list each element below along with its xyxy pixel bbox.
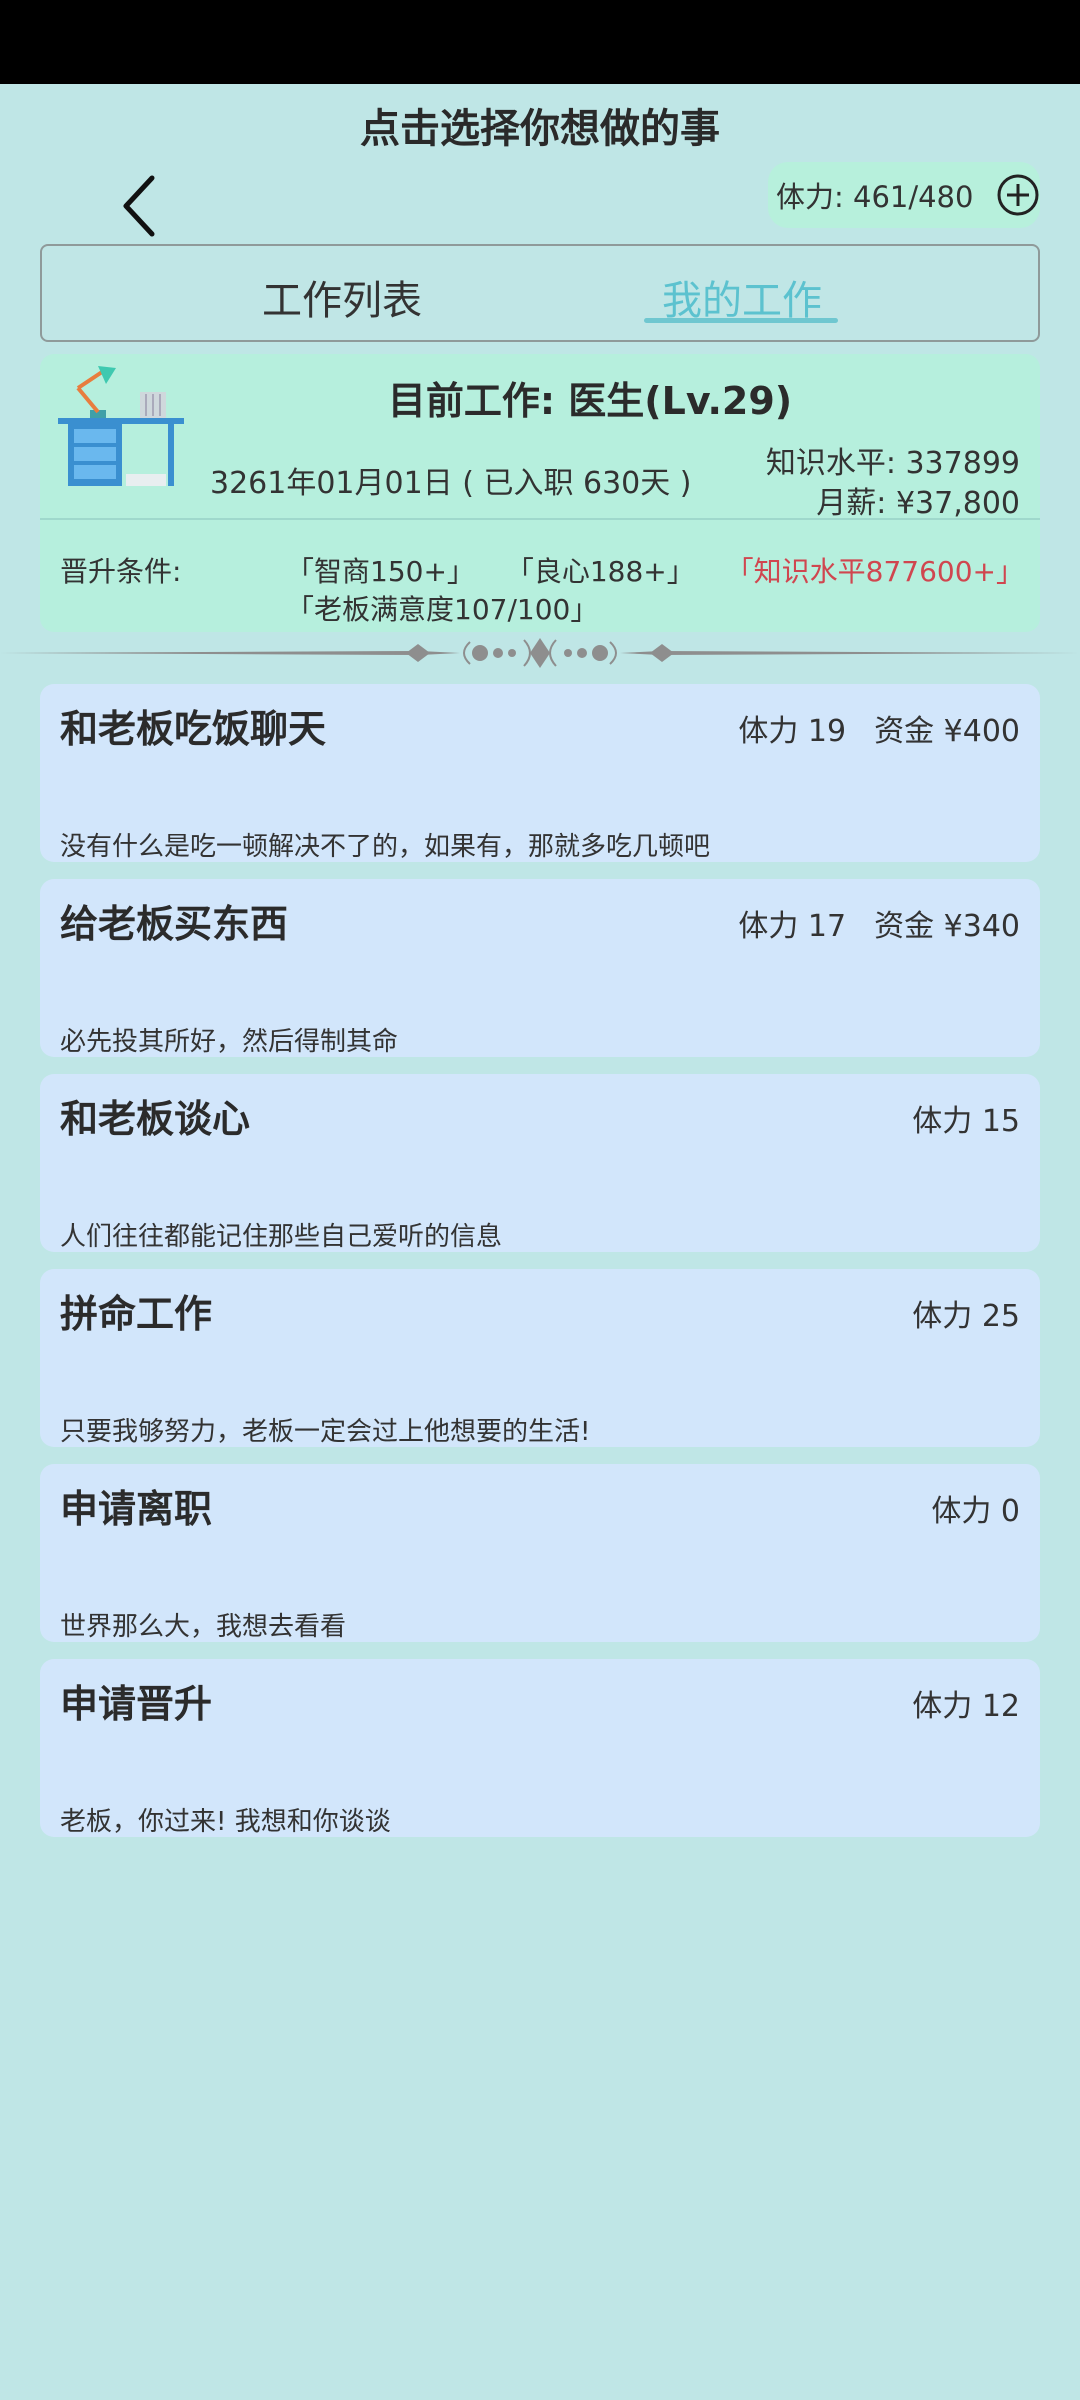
action-cost: 体力 12 — [912, 1681, 1020, 1725]
action-cost: 体力 15 — [912, 1096, 1020, 1140]
action-title: 申请离职 — [60, 1487, 213, 1531]
money-cost: 资金 ¥400 — [874, 714, 1020, 749]
page-title: 点击选择你想做的事 — [360, 106, 720, 152]
action-card-request-promotion[interactable]: 申请晋升 体力 12 老板，你过来! 我想和你谈谈 — [40, 1659, 1040, 1837]
action-card-resign[interactable]: 申请离职 体力 0 世界那么大，我想去看看 — [40, 1464, 1040, 1642]
active-tab-indicator — [644, 318, 838, 323]
promotion-label: 晋升条件: — [60, 555, 182, 588]
action-card-work-hard[interactable]: 拼命工作 体力 25 只要我够努力，老板一定会过上他想要的生活! — [40, 1269, 1040, 1447]
action-description: 没有什么是吃一顿解决不了的，如果有，那就多吃几顿吧 — [60, 832, 711, 862]
money-cost: 资金 ¥340 — [874, 909, 1020, 944]
knowledge-level: 知识水平: 337899 — [765, 446, 1020, 481]
action-description: 人们往往都能记住那些自己爱听的信息 — [60, 1222, 503, 1252]
divider — [40, 518, 1040, 520]
action-cost: 体力 19 资金 ¥400 — [738, 706, 1020, 750]
chevron-left-icon — [123, 175, 155, 237]
action-title: 申请晋升 — [60, 1682, 213, 1726]
action-cost: 体力 25 — [912, 1291, 1020, 1335]
action-description: 必先投其所好，然后得制其命 — [60, 1027, 399, 1057]
promotion-conditions: 「智商150+」 「良心188+」 「知识水平877600+」 — [286, 550, 1046, 590]
action-cost: 体力 0 — [931, 1486, 1020, 1530]
action-title: 和老板吃饭聊天 — [60, 707, 327, 751]
action-card-heart-to-heart[interactable]: 和老板谈心 体力 15 人们往往都能记住那些自己爱听的信息 — [40, 1074, 1040, 1252]
action-title: 给老板买东西 — [60, 902, 289, 946]
back-button[interactable] — [110, 170, 170, 240]
stamina-cost: 体力 25 — [912, 1299, 1020, 1334]
ornament-divider — [0, 638, 1080, 668]
condition-boss-satisfaction: 「老板满意度107/100」 — [286, 593, 599, 626]
status-bar — [0, 0, 1080, 84]
condition-iq: 「智商150+」 — [286, 555, 475, 588]
promotion-conditions-2: 「老板满意度107/100」 — [286, 588, 620, 628]
action-description: 老板，你过来! 我想和你谈谈 — [60, 1807, 391, 1837]
action-title: 和老板谈心 — [60, 1097, 251, 1141]
current-job-card: 目前工作: 医生(Lv.29) 3261年01月01日 ( 已入职 630天 )… — [40, 354, 1040, 632]
stamina-cost: 体力 17 — [738, 909, 847, 944]
job-date: 3261年01月01日 ( 已入职 630天 ) — [210, 466, 692, 501]
current-job-title: 目前工作: 医生(Lv.29) — [387, 379, 793, 423]
stamina-display: 体力: 461/480 — [768, 162, 1040, 228]
action-card-dine-with-boss[interactable]: 和老板吃饭聊天 体力 19 资金 ¥400 没有什么是吃一顿解决不了的，如果有，那… — [40, 684, 1040, 862]
condition-knowledge: 「知识水平877600+」 — [725, 555, 1024, 588]
stamina-cost: 体力 0 — [931, 1494, 1020, 1529]
stamina-cost: 体力 19 — [738, 714, 847, 749]
action-cost: 体力 17 资金 ¥340 — [738, 901, 1020, 945]
action-description: 只要我够努力，老板一定会过上他想要的生活! — [60, 1417, 591, 1447]
action-card-buy-gift[interactable]: 给老板买东西 体力 17 资金 ¥340 必先投其所好，然后得制其命 — [40, 879, 1040, 1057]
condition-conscience: 「良心188+」 — [505, 555, 695, 588]
stamina-label: 体力: 461/480 — [776, 180, 974, 214]
monthly-salary: 月薪: ¥37,800 — [816, 486, 1020, 521]
tab-job-list[interactable]: 工作列表 — [262, 268, 422, 326]
add-stamina-button[interactable] — [996, 173, 1040, 217]
stamina-cost: 体力 12 — [912, 1689, 1020, 1724]
tab-bar: 工作列表 我的工作 — [40, 244, 1040, 342]
action-description: 世界那么大，我想去看看 — [60, 1612, 347, 1642]
action-title: 拼命工作 — [60, 1292, 213, 1336]
stamina-cost: 体力 15 — [912, 1104, 1020, 1139]
